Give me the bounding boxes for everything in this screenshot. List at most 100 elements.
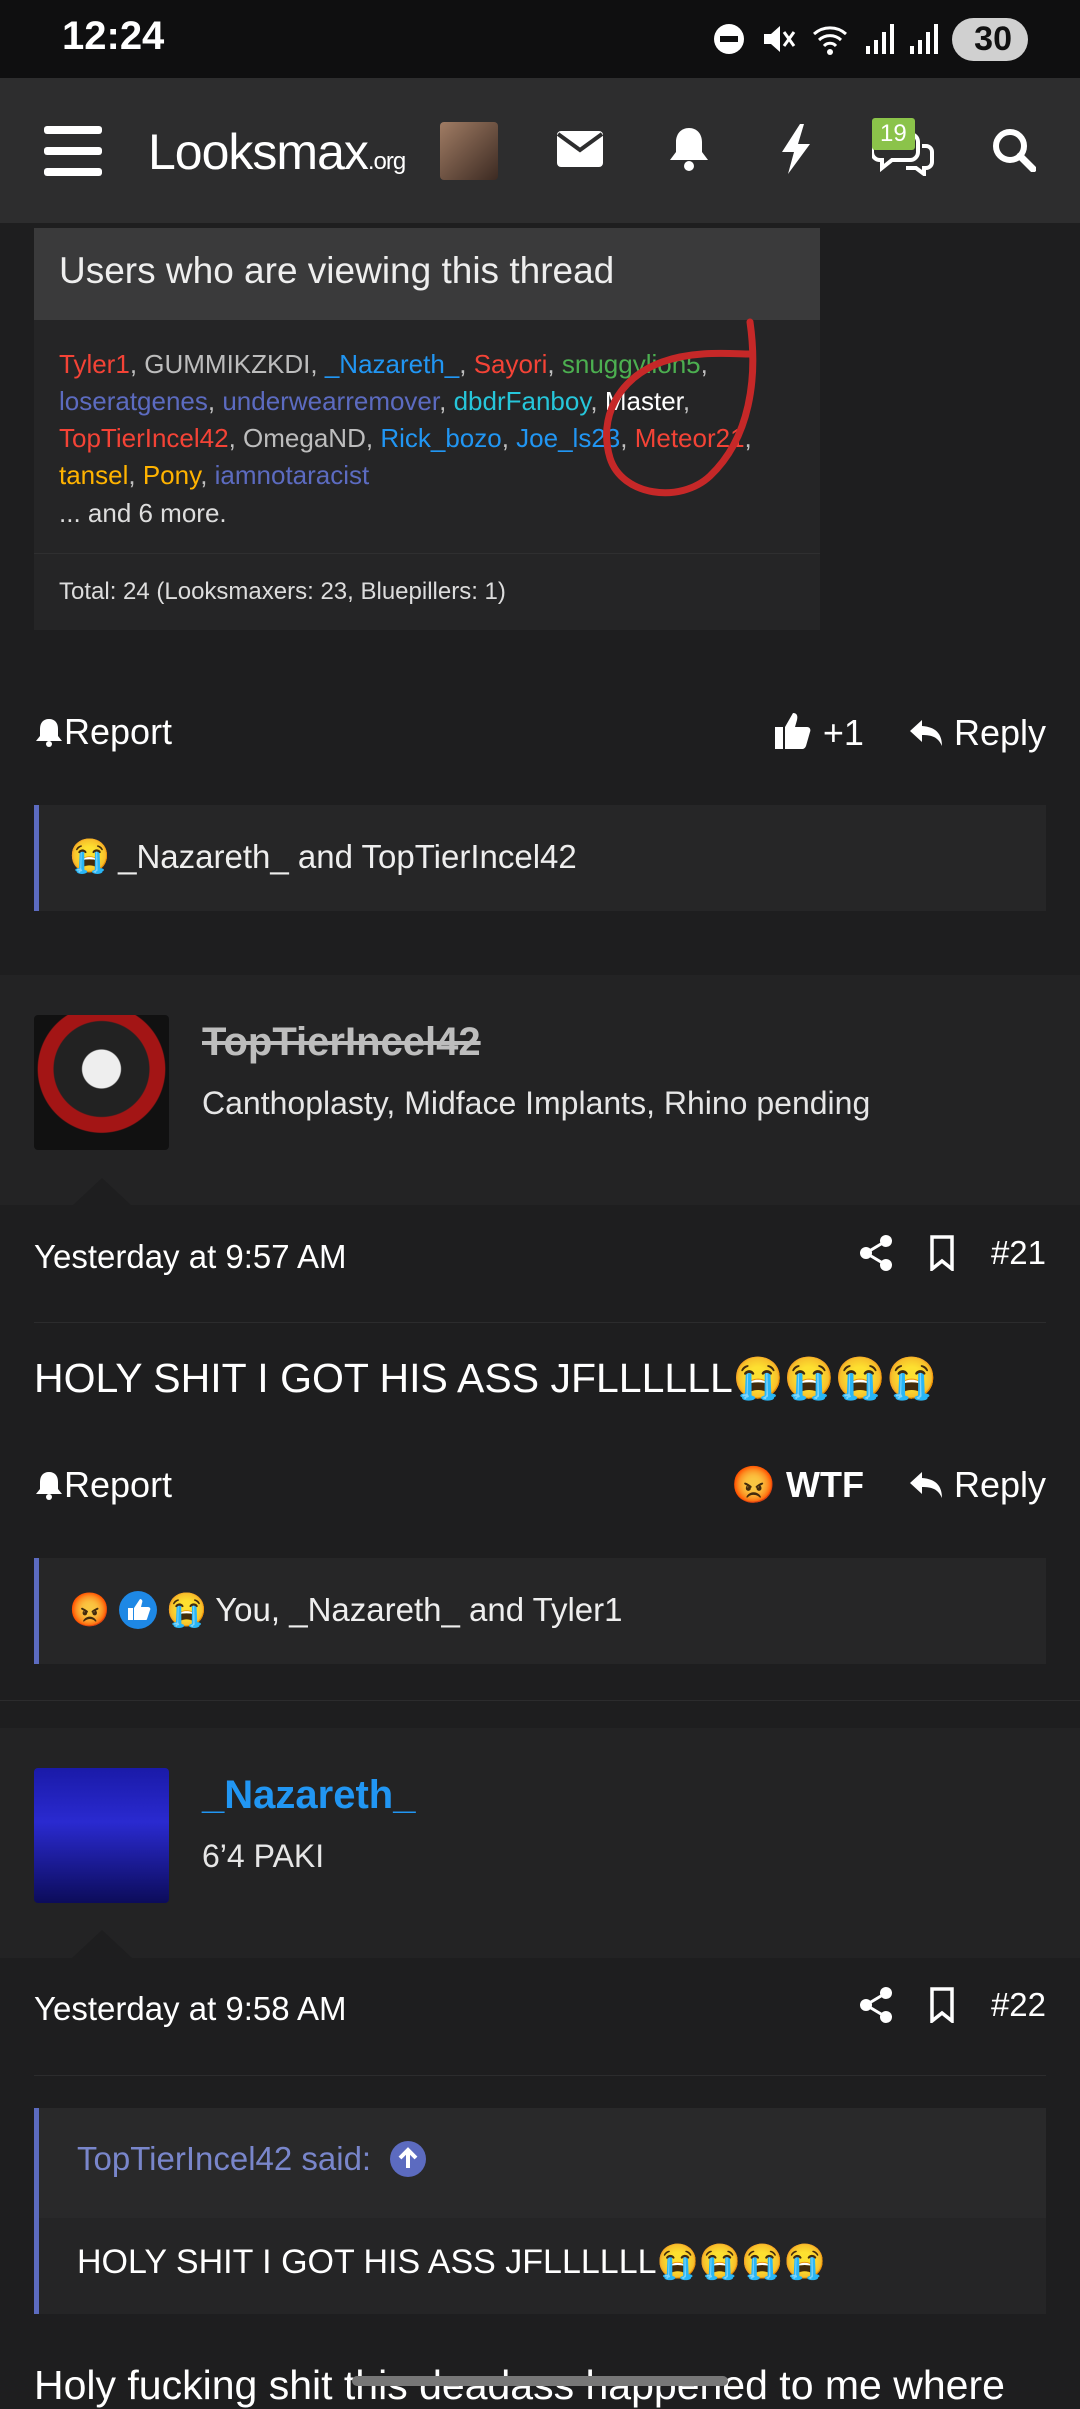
lightning-icon[interactable] [780,124,812,174]
viewer-username[interactable]: GUMMIKZKDI [144,349,310,379]
quote-author[interactable]: TopTierIncel42 said: [77,2140,371,2178]
post-number[interactable]: #21 [991,1234,1046,1272]
reactions-summary[interactable]: 😡 😭 You, _Nazareth_ and Tyler1 [34,1558,1046,1664]
angry-emoji-icon: 😡 [731,1464,776,1505]
post-meta: Yesterday at 9:58 AM #22 [34,1982,1046,2042]
like-button[interactable]: +1 [773,711,864,754]
post-actions: Report 😡 WTF Reply [34,1458,1046,1518]
share-icon[interactable] [859,1987,893,2023]
viewer-username[interactable]: iamnotaracist [215,460,370,490]
search-icon[interactable] [992,128,1036,172]
author-title: Canthoplasty, Midface Implants, Rhino pe… [202,1085,871,1121]
viewers-panel-header: Users who are viewing this thread [34,228,820,320]
viewer-separator: , [310,349,325,379]
viewer-separator: , [439,386,454,416]
post-meta: Yesterday at 9:57 AM #21 [34,1230,1046,1290]
viewer-username[interactable]: OmegaND [243,423,366,453]
signal-icon [866,24,895,54]
viewers-total: Total: 24 (Looksmaxers: 23, Bluepillers:… [59,578,506,605]
quote-body: HOLY SHIT I GOT HIS ASS JFLLLLLL😭😭😭😭 [39,2218,1046,2314]
reply-button[interactable]: Reply [908,1464,1046,1506]
post-content: HOLY SHIT I GOT HIS ASS JFLLLLLL😭😭😭😭 [34,1355,938,1401]
post-date[interactable]: Yesterday at 9:57 AM [34,1238,347,1276]
panel-divider [34,553,820,554]
more-viewers-link[interactable]: ... and 6 more. [59,498,227,529]
viewer-separator: , [207,386,223,416]
battery-indicator: 30 [952,17,1028,61]
bell-icon [36,1472,62,1500]
reaction-button[interactable]: 😡 WTF [731,1464,864,1506]
share-icon[interactable] [859,1235,893,1271]
post-author-block: _Nazareth_ 6’4 PAKI [0,1728,1080,1958]
post-author-block: TopTierIncel42 Canthoplasty, Midface Imp… [0,975,1080,1205]
crying-emoji-icon: 😭 [166,1590,208,1628]
viewer-username[interactable]: Tyler1 [59,349,130,379]
thumbs-up-icon [774,713,811,749]
signal-icon-2 [910,24,939,54]
red-circle-annotation [603,318,757,497]
bookmark-icon[interactable] [929,1235,955,1271]
reply-label: Reply [953,711,1046,753]
author-pointer [72,1178,132,1206]
post-date[interactable]: Yesterday at 9:58 AM [34,1990,347,2028]
viewer-username[interactable]: dbdrFanboy [454,386,591,416]
bell-icon[interactable] [668,126,710,172]
divider [34,1322,1046,1323]
viewer-username[interactable]: loseratgenes [59,386,208,416]
report-label: Report [64,1464,173,1505]
report-label: Report [64,711,173,752]
author-name[interactable]: TopTierIncel42 [202,1020,481,1065]
mute-icon [764,26,796,52]
viewer-separator: , [228,423,244,453]
reply-icon [909,1472,942,1498]
report-button[interactable]: Report [34,711,172,753]
viewer-username[interactable]: TopTierIncel42 [59,423,229,453]
reply-icon [909,719,942,746]
viewer-separator: , [547,349,562,379]
user-avatar[interactable] [440,122,498,180]
inbox-icon[interactable] [556,130,604,168]
viewer-separator: , [129,349,145,379]
top-navbar: Looksmax.org 19 [0,78,1080,223]
home-indicator[interactable] [352,2376,728,2386]
author-name[interactable]: _Nazareth_ [202,1773,415,1818]
like-reaction-icon [119,1591,158,1629]
viewer-separator: , [459,349,474,379]
viewer-separator: , [501,423,517,453]
viewer-separator: , [365,423,381,453]
viewer-username[interactable]: Rick_bozo [380,423,501,453]
report-button[interactable]: Report [34,1464,172,1506]
wifi-icon [813,26,848,55]
post-actions: Report +1 Reply [34,705,1046,765]
reactions-text: _Nazareth_ and TopTierIncel42 [118,837,577,875]
viewer-username[interactable]: _Nazareth_ [325,349,459,379]
status-icons: 30 [712,14,1028,64]
quote-text: HOLY SHIT I GOT HIS ASS JFLLLLLL😭😭😭😭 [77,2243,826,2281]
site-logo[interactable]: Looksmax.org [148,123,406,181]
reaction-label: WTF [785,1464,864,1505]
viewer-username[interactable]: Pony [143,460,200,490]
reply-button[interactable]: Reply [908,712,1046,754]
viewer-username[interactable]: Sayori [474,349,548,379]
author-avatar[interactable] [34,1768,169,1903]
dnd-icon [714,24,745,54]
bell-icon [36,719,62,747]
divider [34,2075,1046,2076]
logo-text: Looksmax [148,124,369,180]
reactions-summary[interactable]: 😭 _Nazareth_ and TopTierIncel42 [34,805,1046,911]
viewer-separator: , [128,460,143,490]
author-title: 6’4 PAKI [202,1838,325,1874]
status-bar: 12:24 30 [0,0,1080,78]
logo-suffix: .org [367,148,406,175]
arrow-up-circle-icon[interactable] [389,2140,427,2178]
viewer-username[interactable]: tansel [59,460,128,490]
author-avatar[interactable] [34,1015,169,1150]
viewer-separator: , [200,460,215,490]
menu-icon[interactable] [44,126,102,176]
like-count: +1 [822,712,864,753]
angry-emoji-icon: 😡 [69,1590,111,1628]
viewer-username[interactable]: underwearremover [222,386,439,416]
post-number[interactable]: #22 [991,1986,1046,2024]
reply-label: Reply [953,1464,1046,1505]
bookmark-icon[interactable] [929,1987,955,2023]
